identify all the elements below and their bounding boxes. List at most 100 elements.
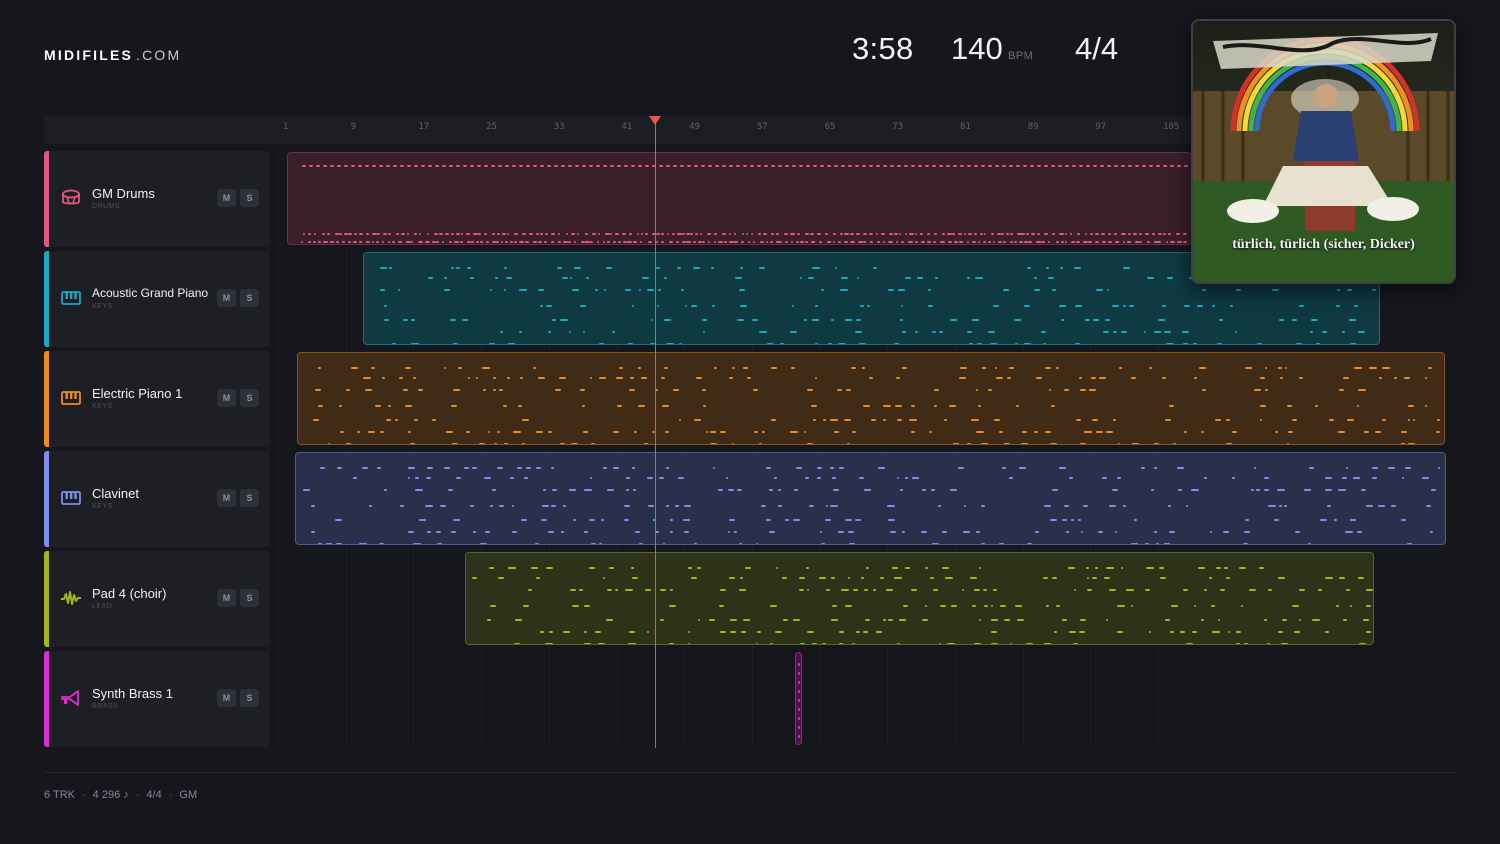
note-event bbox=[798, 735, 800, 738]
note-event bbox=[383, 305, 387, 307]
note-event bbox=[529, 233, 534, 235]
note-event bbox=[856, 277, 859, 279]
note-event bbox=[1060, 241, 1064, 243]
note-event bbox=[729, 519, 735, 521]
clip-electric-piano-1[interactable] bbox=[297, 352, 1445, 445]
track-header-electric-piano-1[interactable]: Electric Piano 1 KEYS M S bbox=[44, 351, 270, 447]
note-event bbox=[1112, 305, 1120, 307]
note-event bbox=[942, 567, 950, 569]
note-event bbox=[1141, 467, 1145, 469]
solo-button[interactable]: S bbox=[240, 189, 259, 207]
note-event bbox=[1318, 589, 1322, 591]
note-event bbox=[815, 305, 818, 307]
note-event bbox=[976, 389, 979, 391]
note-event bbox=[983, 233, 986, 235]
note-event bbox=[1026, 543, 1033, 544]
note-event bbox=[1245, 367, 1252, 369]
note-event bbox=[1424, 377, 1428, 379]
note-event bbox=[811, 405, 818, 407]
site-logo[interactable]: MIDIFILES .COM bbox=[44, 47, 181, 63]
note-event bbox=[1029, 165, 1034, 167]
track-count: 6 TRK bbox=[44, 789, 75, 801]
note-event bbox=[616, 165, 621, 167]
note-event bbox=[714, 367, 717, 369]
mute-button[interactable]: M bbox=[217, 689, 236, 707]
note-event bbox=[1021, 233, 1025, 235]
note-event bbox=[1114, 531, 1118, 533]
note-event bbox=[633, 431, 638, 433]
track-header-synth-brass-1[interactable]: Synth Brass 1 BRASS M S bbox=[44, 651, 270, 747]
clip-gm-drums[interactable] bbox=[287, 152, 1192, 245]
note-event bbox=[1080, 619, 1087, 621]
mute-button[interactable]: M bbox=[217, 189, 236, 207]
note-event bbox=[751, 233, 754, 235]
note-event bbox=[1180, 631, 1186, 633]
mute-button[interactable]: M bbox=[217, 589, 236, 607]
note-event bbox=[1019, 467, 1026, 469]
note-event bbox=[432, 419, 436, 421]
mute-button[interactable]: M bbox=[217, 289, 236, 307]
note-event bbox=[1107, 241, 1113, 243]
note-event bbox=[759, 331, 768, 333]
clip-clavinet[interactable] bbox=[295, 452, 1446, 545]
note-event bbox=[664, 277, 667, 279]
note-event bbox=[901, 305, 904, 307]
note-event bbox=[1071, 241, 1076, 243]
track-header-pad-4-choir[interactable]: Pad 4 (choir) LEAD M S bbox=[44, 551, 270, 647]
note-event bbox=[686, 233, 690, 235]
note-event bbox=[838, 631, 844, 633]
note-event bbox=[1325, 489, 1333, 491]
mute-button[interactable]: M bbox=[217, 389, 236, 407]
track-color-stripe bbox=[44, 551, 49, 647]
note-event bbox=[899, 489, 903, 491]
note-event bbox=[1168, 531, 1176, 533]
solo-button[interactable]: S bbox=[240, 489, 259, 507]
note-event bbox=[1144, 589, 1150, 591]
track-header-clavinet[interactable]: Clavinet KEYS M S bbox=[44, 451, 270, 547]
mute-button[interactable]: M bbox=[217, 489, 236, 507]
note-event bbox=[1223, 567, 1228, 569]
note-event bbox=[483, 389, 486, 391]
note-event bbox=[994, 165, 999, 167]
solo-button[interactable]: S bbox=[240, 389, 259, 407]
note-event bbox=[1145, 543, 1149, 544]
note-event bbox=[1265, 389, 1269, 391]
track-header-acoustic-grand-piano[interactable]: Acoustic Grand Piano KEYS M S bbox=[44, 251, 270, 347]
solo-button[interactable]: S bbox=[240, 689, 259, 707]
note-event bbox=[837, 531, 844, 533]
note-event bbox=[496, 467, 503, 469]
note-event bbox=[1107, 233, 1111, 235]
note-event bbox=[1055, 241, 1060, 243]
note-event bbox=[1378, 377, 1382, 379]
playhead[interactable] bbox=[655, 122, 656, 748]
note-event bbox=[1201, 389, 1207, 391]
note-event bbox=[1092, 319, 1099, 321]
solo-button[interactable]: S bbox=[240, 589, 259, 607]
note-event bbox=[1163, 331, 1172, 333]
note-event bbox=[1182, 343, 1188, 344]
track-header-gm-drums[interactable]: GM Drums DRUMS M S bbox=[44, 151, 270, 247]
note-event bbox=[624, 519, 629, 521]
note-event bbox=[1010, 233, 1013, 235]
playhead-handle[interactable] bbox=[649, 116, 661, 125]
note-event bbox=[471, 241, 474, 243]
note-event bbox=[1244, 643, 1249, 644]
note-event bbox=[951, 233, 955, 235]
solo-button[interactable]: S bbox=[240, 289, 259, 307]
note-event bbox=[1010, 241, 1013, 243]
note-event bbox=[634, 531, 641, 533]
note-event bbox=[574, 165, 579, 167]
clip-pad-4-choir[interactable] bbox=[465, 552, 1374, 645]
note-event bbox=[847, 443, 850, 444]
note-event bbox=[583, 643, 591, 644]
clip-synth-brass-1[interactable] bbox=[795, 652, 802, 745]
note-event bbox=[1349, 519, 1357, 521]
note-event bbox=[696, 377, 702, 379]
note-event bbox=[892, 567, 899, 569]
note-event bbox=[684, 505, 692, 507]
note-event bbox=[949, 319, 957, 321]
track-category: KEYS bbox=[92, 503, 113, 510]
note-event bbox=[582, 431, 589, 433]
note-event bbox=[567, 241, 572, 243]
note-event bbox=[628, 343, 633, 344]
